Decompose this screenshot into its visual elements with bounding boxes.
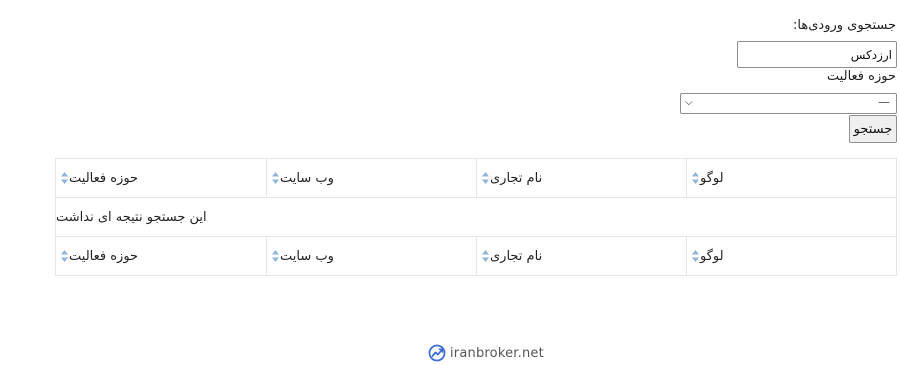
brand-footer[interactable]: iranbroker.net	[428, 344, 544, 362]
sort-icon	[482, 250, 489, 262]
column-footer-activity[interactable]: حوزه فعالیت	[56, 237, 266, 275]
sort-icon	[482, 172, 489, 184]
trend-chart-icon	[428, 344, 446, 362]
column-footer-brand-name[interactable]: نام تجاری	[476, 237, 686, 275]
chevron-down-icon: ⌵	[685, 97, 693, 108]
search-input[interactable]	[737, 41, 897, 68]
search-button[interactable]: جستجو	[849, 115, 897, 143]
column-header-label: لوگو	[700, 170, 724, 186]
sort-icon	[61, 250, 68, 262]
column-footer-label: لوگو	[700, 248, 724, 264]
activity-filter-select[interactable]: — ⌵	[680, 93, 897, 114]
results-table: لوگو نام تجاری وب سایت حوزه فعالیت این ج…	[55, 158, 897, 276]
sort-icon	[272, 250, 279, 262]
empty-result-message: این جستجو نتیجه ای نداشت	[56, 198, 896, 237]
sort-icon	[61, 172, 68, 184]
brand-name: iranbroker.net	[450, 345, 544, 361]
table-header-row: لوگو نام تجاری وب سایت حوزه فعالیت	[56, 159, 896, 198]
sort-icon	[272, 172, 279, 184]
column-footer-website[interactable]: وب سایت	[266, 237, 476, 275]
column-footer-label: حوزه فعالیت	[69, 248, 139, 264]
column-header-label: نام تجاری	[490, 170, 543, 186]
activity-filter-value: —	[878, 95, 890, 109]
column-footer-label: وب سایت	[280, 248, 334, 264]
sort-icon	[692, 172, 699, 184]
column-header-brand-name[interactable]: نام تجاری	[476, 159, 686, 197]
page: جستجوی ورودی‌ها: حوزه فعالیت — ⌵ جستجو ل…	[0, 0, 900, 365]
search-label: جستجوی ورودی‌ها:	[793, 18, 896, 33]
column-header-website[interactable]: وب سایت	[266, 159, 476, 197]
column-header-label: وب سایت	[280, 170, 334, 186]
sort-icon	[692, 250, 699, 262]
activity-filter-label: حوزه فعالیت	[826, 69, 896, 84]
column-header-activity[interactable]: حوزه فعالیت	[56, 159, 266, 197]
column-footer-logo[interactable]: لوگو	[686, 237, 896, 275]
column-footer-label: نام تجاری	[490, 248, 543, 264]
column-header-label: حوزه فعالیت	[69, 170, 139, 186]
table-footer-row: لوگو نام تجاری وب سایت حوزه فعالیت	[56, 237, 896, 275]
column-header-logo[interactable]: لوگو	[686, 159, 896, 197]
